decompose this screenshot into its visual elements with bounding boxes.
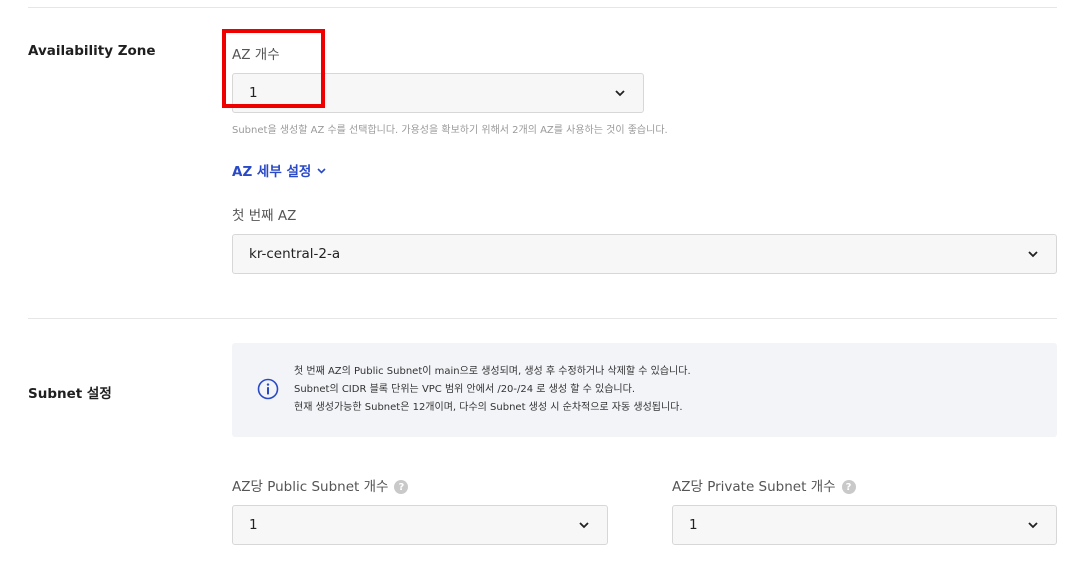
private-subnet-count-label-text: AZ당 Private Subnet 개수 [672,479,836,495]
private-subnet-count-select[interactable]: 1 [672,505,1057,545]
availability-zone-section-label: Availability Zone [28,43,156,59]
help-icon[interactable]: ? [394,480,409,494]
first-az-select[interactable]: kr-central-2-a [232,234,1057,274]
az-detail-settings-toggle[interactable]: AZ 세부 설정 [232,160,326,180]
chevron-down-icon [577,518,591,532]
subnet-info-line: Subnet의 CIDR 블록 단위는 VPC 범위 안에서 /20-/24 로… [294,384,635,395]
az-count-label: AZ 개수 [232,47,280,63]
private-subnet-count-label: AZ당 Private Subnet 개수? [672,475,856,495]
chevron-down-icon [1026,247,1040,261]
chevron-down-icon [317,162,326,178]
public-subnet-count-label: AZ당 Public Subnet 개수? [232,475,409,495]
subnet-info-line: 현재 생성가능한 Subnet은 12개이며, 다수의 Subnet 생성 시 … [294,402,683,413]
az-count-helper-text: Subnet을 생성할 AZ 수를 선택합니다. 가용성을 확보하기 위해서 2… [232,125,668,136]
public-subnet-count-value: 1 [249,517,258,533]
first-az-value: kr-central-2-a [249,246,341,262]
chevron-down-icon [613,86,627,100]
subnet-section-label: Subnet 설정 [28,386,112,402]
private-subnet-count-value: 1 [689,517,698,533]
help-icon[interactable]: ? [841,480,856,494]
subnet-info-text: 첫 번째 AZ의 Public Subnet이 main으로 생성되며, 생성 … [294,363,691,417]
public-subnet-count-select[interactable]: 1 [232,505,608,545]
subnet-info-box: 첫 번째 AZ의 Public Subnet이 main으로 생성되며, 생성 … [232,343,1057,437]
subnet-info-line: 첫 번째 AZ의 Public Subnet이 main으로 생성되며, 생성 … [294,366,691,377]
top-divider [28,7,1057,8]
az-count-select[interactable]: 1 [232,73,644,113]
az-count-value: 1 [249,85,258,101]
az-detail-settings-label: AZ 세부 설정 [232,164,312,180]
public-subnet-count-label-text: AZ당 Public Subnet 개수 [232,479,389,495]
info-icon [257,378,279,400]
section-divider [28,318,1057,319]
first-az-label: 첫 번째 AZ [232,208,297,224]
chevron-down-icon [1026,518,1040,532]
